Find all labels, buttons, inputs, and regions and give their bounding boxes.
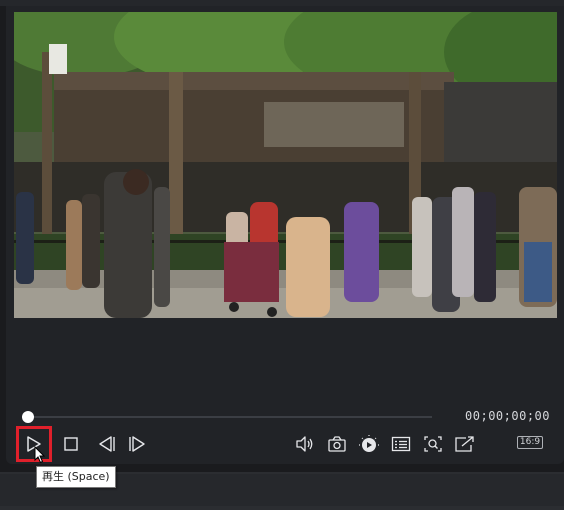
subtitles-icon — [391, 436, 411, 452]
seek-bar-track[interactable] — [28, 416, 432, 418]
camera-icon — [328, 436, 346, 452]
snapshot-button[interactable] — [326, 433, 348, 455]
zoom-button[interactable] — [422, 433, 444, 455]
subtitles-button[interactable] — [390, 433, 412, 455]
play-tooltip: 再生 (Space) — [36, 466, 116, 488]
aspect-ratio-button[interactable]: 16:9 — [517, 436, 543, 449]
external-preview-button[interactable] — [454, 433, 476, 455]
zoom-icon — [424, 436, 442, 452]
seek-bar-thumb[interactable] — [22, 411, 34, 423]
previous-frame-button[interactable] — [95, 433, 117, 455]
speaker-icon — [296, 436, 313, 452]
mouse-cursor-icon — [34, 446, 46, 464]
previous-frame-icon — [99, 436, 115, 452]
next-frame-button[interactable] — [127, 433, 149, 455]
timecode-display: 00;00;00;00 — [465, 409, 550, 423]
playback-speed-button[interactable] — [358, 433, 380, 455]
volume-button[interactable] — [294, 433, 316, 455]
playback-speed-icon — [359, 435, 379, 452]
video-preview[interactable] — [14, 12, 557, 318]
video-frame-image — [14, 12, 557, 318]
next-frame-icon — [129, 436, 145, 452]
external-window-icon — [455, 436, 474, 452]
stop-icon — [64, 437, 78, 451]
stop-button[interactable] — [60, 433, 82, 455]
